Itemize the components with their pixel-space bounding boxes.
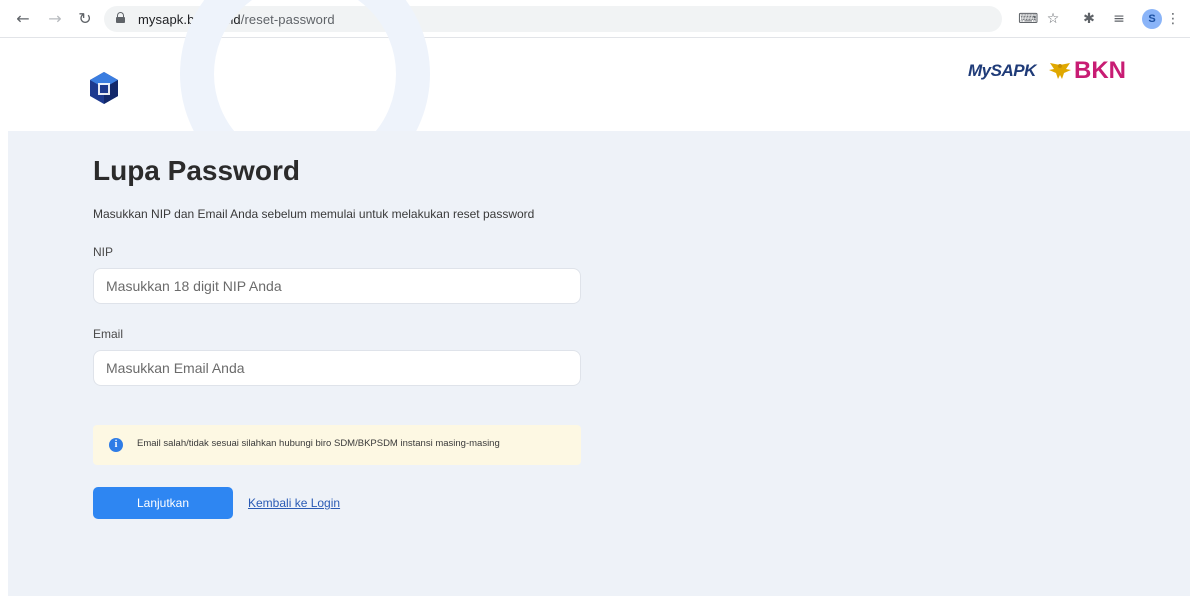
extensions-puzzle-icon[interactable]: ✱ — [1080, 10, 1098, 28]
forward-arrow-icon[interactable]: → — [46, 10, 64, 28]
email-label: Email — [93, 327, 124, 341]
nip-input[interactable] — [93, 268, 581, 304]
nip-label: NIP — [93, 245, 114, 259]
continue-button[interactable]: Lanjutkan — [93, 487, 233, 519]
bookmark-star-icon[interactable]: ☆ — [1044, 10, 1062, 28]
lock-icon[interactable] — [116, 12, 125, 23]
translate-icon[interactable]: ⌨ — [1018, 10, 1038, 28]
site-logo-icon[interactable] — [88, 71, 120, 105]
info-icon: i — [109, 438, 123, 452]
browser-toolbar: ← → ↻ mysapk.bkn.go.id/reset-password ⌨ … — [0, 0, 1190, 38]
mysapk-logo: MySAPK — [968, 61, 1036, 81]
reset-password-panel: Lupa Password Masukkan NIP dan Email And… — [8, 131, 1190, 596]
reload-icon[interactable]: ↻ — [76, 10, 94, 28]
back-arrow-icon[interactable]: ← — [14, 10, 32, 28]
page-subtitle: Masukkan NIP dan Email Anda sebelum memu… — [93, 207, 535, 221]
email-input[interactable] — [93, 350, 581, 386]
garuda-icon — [1049, 63, 1071, 79]
profile-avatar[interactable]: S — [1142, 9, 1162, 29]
reading-list-icon[interactable]: ≡ — [1110, 10, 1128, 28]
back-to-login-link[interactable]: Kembali ke Login — [248, 496, 340, 510]
page: MySAPK BKN Lupa Password Masukkan NIP da… — [0, 0, 1190, 596]
more-menu-icon[interactable]: ⋮ — [1164, 10, 1182, 28]
alert-text: Email salah/tidak sesuai silahkan hubung… — [137, 438, 500, 449]
bkn-logo-text: BKN — [1074, 57, 1126, 84]
page-title: Lupa Password — [93, 155, 300, 186]
mysapk-logo-text: MySAPK — [968, 61, 1036, 80]
info-alert: i Email salah/tidak sesuai silahkan hubu… — [93, 425, 581, 465]
